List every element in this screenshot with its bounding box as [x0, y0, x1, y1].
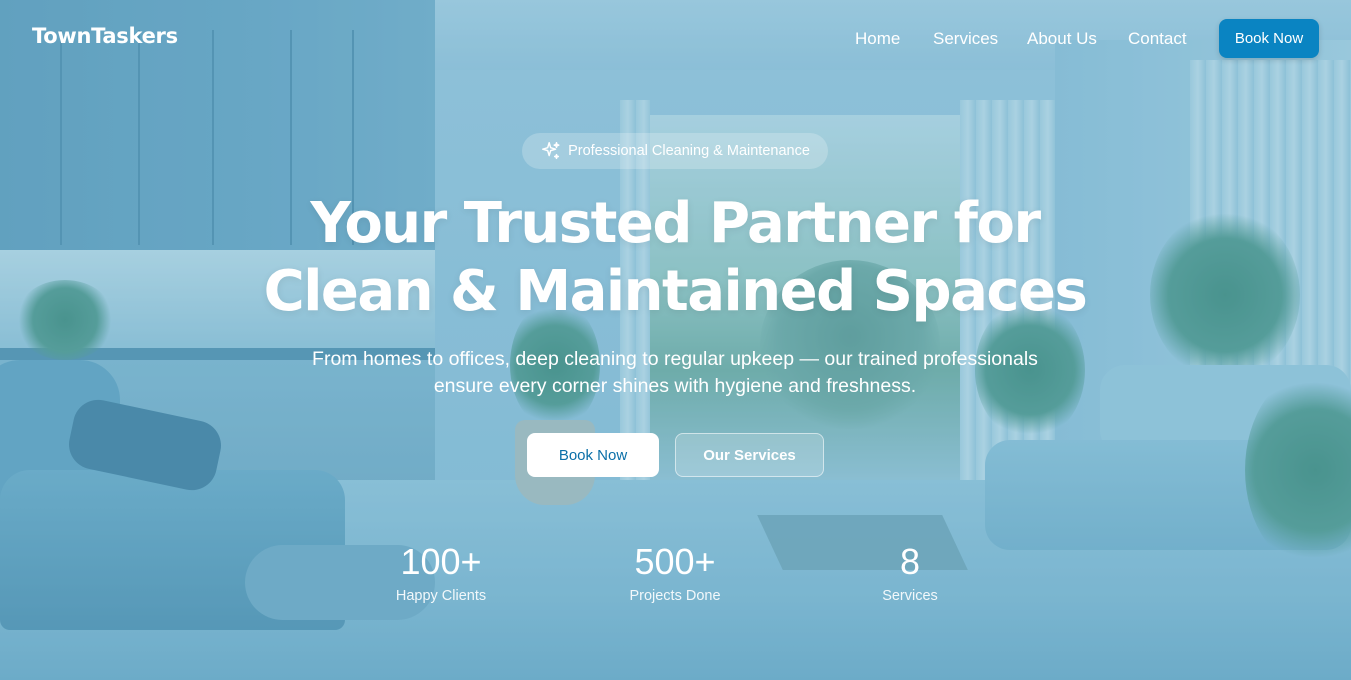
stat-label: Services: [882, 588, 938, 604]
stat-value: 500+: [634, 541, 716, 582]
hero-badge: Professional Cleaning & Maintenance: [522, 133, 828, 169]
hero-headline: Your Trusted Partner for Clean & Maintai…: [175, 190, 1175, 326]
brand-logo[interactable]: TownTaskers: [32, 24, 178, 48]
sparkles-icon: [540, 140, 562, 162]
nav-link-contact[interactable]: Contact: [1128, 29, 1187, 49]
stat-label: Happy Clients: [395, 588, 487, 604]
hero-our-services-button[interactable]: Our Services: [675, 433, 824, 477]
stat-value: 8: [899, 541, 921, 582]
hero-headline-line-2: Clean & Maintained Spaces: [263, 259, 1088, 324]
hero-section: TownTaskers Home Services About Us Conta…: [0, 0, 1351, 680]
nav-book-now-button[interactable]: Book Now: [1219, 19, 1319, 58]
stat-label: Projects Done: [629, 588, 721, 604]
nav-link-services[interactable]: Services: [933, 29, 998, 49]
stat-services: 8 Services: [820, 540, 1000, 604]
stat-projects-done: 500+ Projects Done: [585, 540, 765, 604]
stat-value: 100+: [400, 541, 482, 582]
hero-subtitle: From homes to offices, deep cleaning to …: [312, 348, 1038, 397]
hero-badge-text: Professional Cleaning & Maintenance: [568, 143, 810, 159]
hero-headline-line-1: Your Trusted Partner for: [310, 191, 1041, 256]
nav-link-home[interactable]: Home: [855, 29, 900, 49]
stat-happy-clients: 100+ Happy Clients: [351, 540, 531, 604]
top-navigation: TownTaskers Home Services About Us Conta…: [0, 0, 1351, 80]
nav-link-about-us[interactable]: About Us: [1027, 29, 1097, 49]
hero-book-now-button[interactable]: Book Now: [527, 433, 659, 477]
